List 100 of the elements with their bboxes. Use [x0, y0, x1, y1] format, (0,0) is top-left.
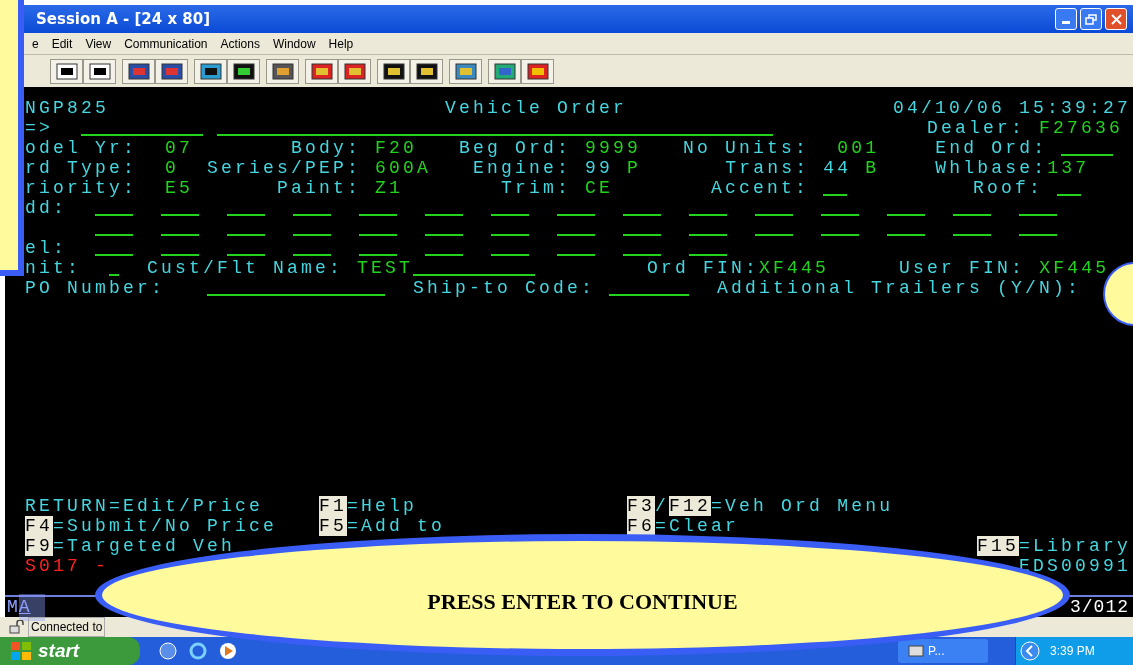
- screen-label: odel Yr:: [25, 138, 137, 158]
- menu-item[interactable]: Actions: [220, 34, 260, 53]
- screen-label: nit:: [25, 258, 81, 278]
- browser-icon[interactable]: [188, 641, 208, 661]
- close-icon: [1110, 13, 1122, 25]
- menu-item[interactable]: Edit: [51, 34, 73, 53]
- field-value: P: [627, 158, 642, 178]
- error-message: S017 -: [25, 556, 109, 576]
- screen-label: 44: [823, 158, 852, 178]
- screen-label: End Ord:: [935, 138, 1048, 158]
- screen-label: NGP825: [25, 98, 109, 118]
- toolbar-button[interactable]: [410, 58, 443, 84]
- field-value: XF445: [759, 258, 830, 278]
- toolbar-button[interactable]: [50, 58, 83, 84]
- field-value: 001: [837, 138, 880, 158]
- field-value: 07: [165, 138, 194, 158]
- screen-label: Accent:: [711, 178, 810, 198]
- screen-label: =Add to: [347, 516, 446, 536]
- field-value: Z1: [375, 178, 404, 198]
- field-value: F20: [375, 138, 418, 158]
- screen-label: Beg Ord:: [459, 138, 572, 158]
- field-value: F27636: [1039, 118, 1124, 138]
- mode-indicator: M: [7, 595, 19, 619]
- window-icon: [908, 645, 924, 657]
- toolbar-button[interactable]: [521, 58, 554, 84]
- screen-label: Ship-to Code:: [413, 278, 596, 298]
- key-label: F4: [25, 516, 53, 536]
- screen-label: Series/PEP:: [207, 158, 362, 178]
- menu-item[interactable]: Help: [328, 34, 354, 53]
- taskbar-button[interactable]: P...: [898, 639, 988, 663]
- screen-label: Paint:: [277, 178, 362, 198]
- toolbar-button[interactable]: [266, 58, 299, 84]
- close-button[interactable]: [1105, 8, 1127, 30]
- key-label: F15: [977, 536, 1020, 556]
- screen-label: =Submit/No Price: [53, 516, 278, 536]
- toolbar-button[interactable]: [122, 58, 155, 84]
- minimize-button[interactable]: [1055, 8, 1077, 30]
- screen-label: User FIN:: [899, 258, 1026, 278]
- toolbar-button[interactable]: [449, 58, 482, 84]
- toolbar-button[interactable]: [305, 58, 338, 84]
- screen-label: Dealer:: [927, 118, 1026, 138]
- toolbar-icon: [271, 62, 294, 80]
- toolbar-icon: [415, 62, 438, 80]
- start-button[interactable]: start: [0, 637, 140, 665]
- toolbar-button[interactable]: [338, 58, 371, 84]
- screen-label: =Library: [1019, 536, 1132, 556]
- screen-label: EDS00991: [1019, 556, 1132, 576]
- media-player-icon[interactable]: [218, 641, 238, 661]
- toolbar-icon: [382, 62, 405, 80]
- toolbar-icon: [160, 62, 183, 80]
- toolbar-button[interactable]: [227, 58, 260, 84]
- key-label: F1: [319, 496, 348, 516]
- screen-label: Additional Trailers (Y/N):: [717, 278, 1082, 298]
- menu-item[interactable]: Communication: [124, 34, 208, 53]
- toolbar-icon: [310, 62, 333, 80]
- screen-label: el:: [25, 238, 67, 258]
- key-label: F9: [25, 536, 53, 556]
- screen-label: Whlbase:: [935, 158, 1048, 178]
- toolbar-icon: [493, 62, 516, 80]
- field-value: E5: [165, 178, 194, 198]
- toolbar-icon: [127, 62, 150, 80]
- menu-item[interactable]: Window: [272, 34, 316, 53]
- menu-item[interactable]: e: [32, 34, 39, 53]
- chevron-left-icon[interactable]: [1020, 641, 1040, 661]
- toolbar-button[interactable]: [194, 58, 227, 84]
- screen-label: Roof:: [973, 178, 1044, 198]
- screen-label: Ord FIN:: [647, 258, 760, 278]
- restore-button[interactable]: [1080, 8, 1102, 30]
- toolbar-icon: [526, 62, 549, 80]
- field-value: 137: [1047, 158, 1090, 178]
- menu-item[interactable]: View: [85, 34, 112, 53]
- screen-label: Engine:: [473, 158, 572, 178]
- toolbar-icon: [88, 62, 111, 80]
- screen-label: RETURN=Edit/Price: [25, 496, 264, 516]
- key-label: F6: [627, 516, 656, 536]
- toolbar-button[interactable]: [83, 58, 116, 84]
- toolbar-button[interactable]: [155, 58, 188, 84]
- screen-label: /: [655, 496, 670, 516]
- quick-launch-icon[interactable]: [158, 641, 178, 661]
- screen-label: PO Number:: [25, 278, 166, 298]
- cursor-position: 3/012: [1070, 595, 1129, 619]
- cursor-indicator: A: [18, 593, 45, 621]
- screen-label: =Targeted Veh: [53, 536, 236, 556]
- screen-label: No Units:: [683, 138, 810, 158]
- toolbar-icon: [343, 62, 366, 80]
- clock: 3:39 PM: [1050, 643, 1095, 660]
- toolbar-button[interactable]: [377, 58, 410, 84]
- windows-logo-icon: [10, 641, 32, 661]
- screen-label: Body:: [291, 138, 362, 158]
- screen-label: Vehicle Order: [445, 98, 628, 118]
- screen-label: riority:: [25, 178, 137, 198]
- minimize-icon: [1062, 21, 1070, 24]
- field-value: TEST: [357, 258, 414, 278]
- key-label: F5: [319, 516, 348, 536]
- screen-label: dd:: [25, 198, 67, 218]
- key-label: F3: [627, 496, 656, 516]
- screen-label: 99: [585, 158, 614, 178]
- toolbar-icon: [232, 62, 255, 80]
- screen-label: =Help: [347, 496, 418, 516]
- screen-label: rd Type:: [25, 158, 137, 178]
